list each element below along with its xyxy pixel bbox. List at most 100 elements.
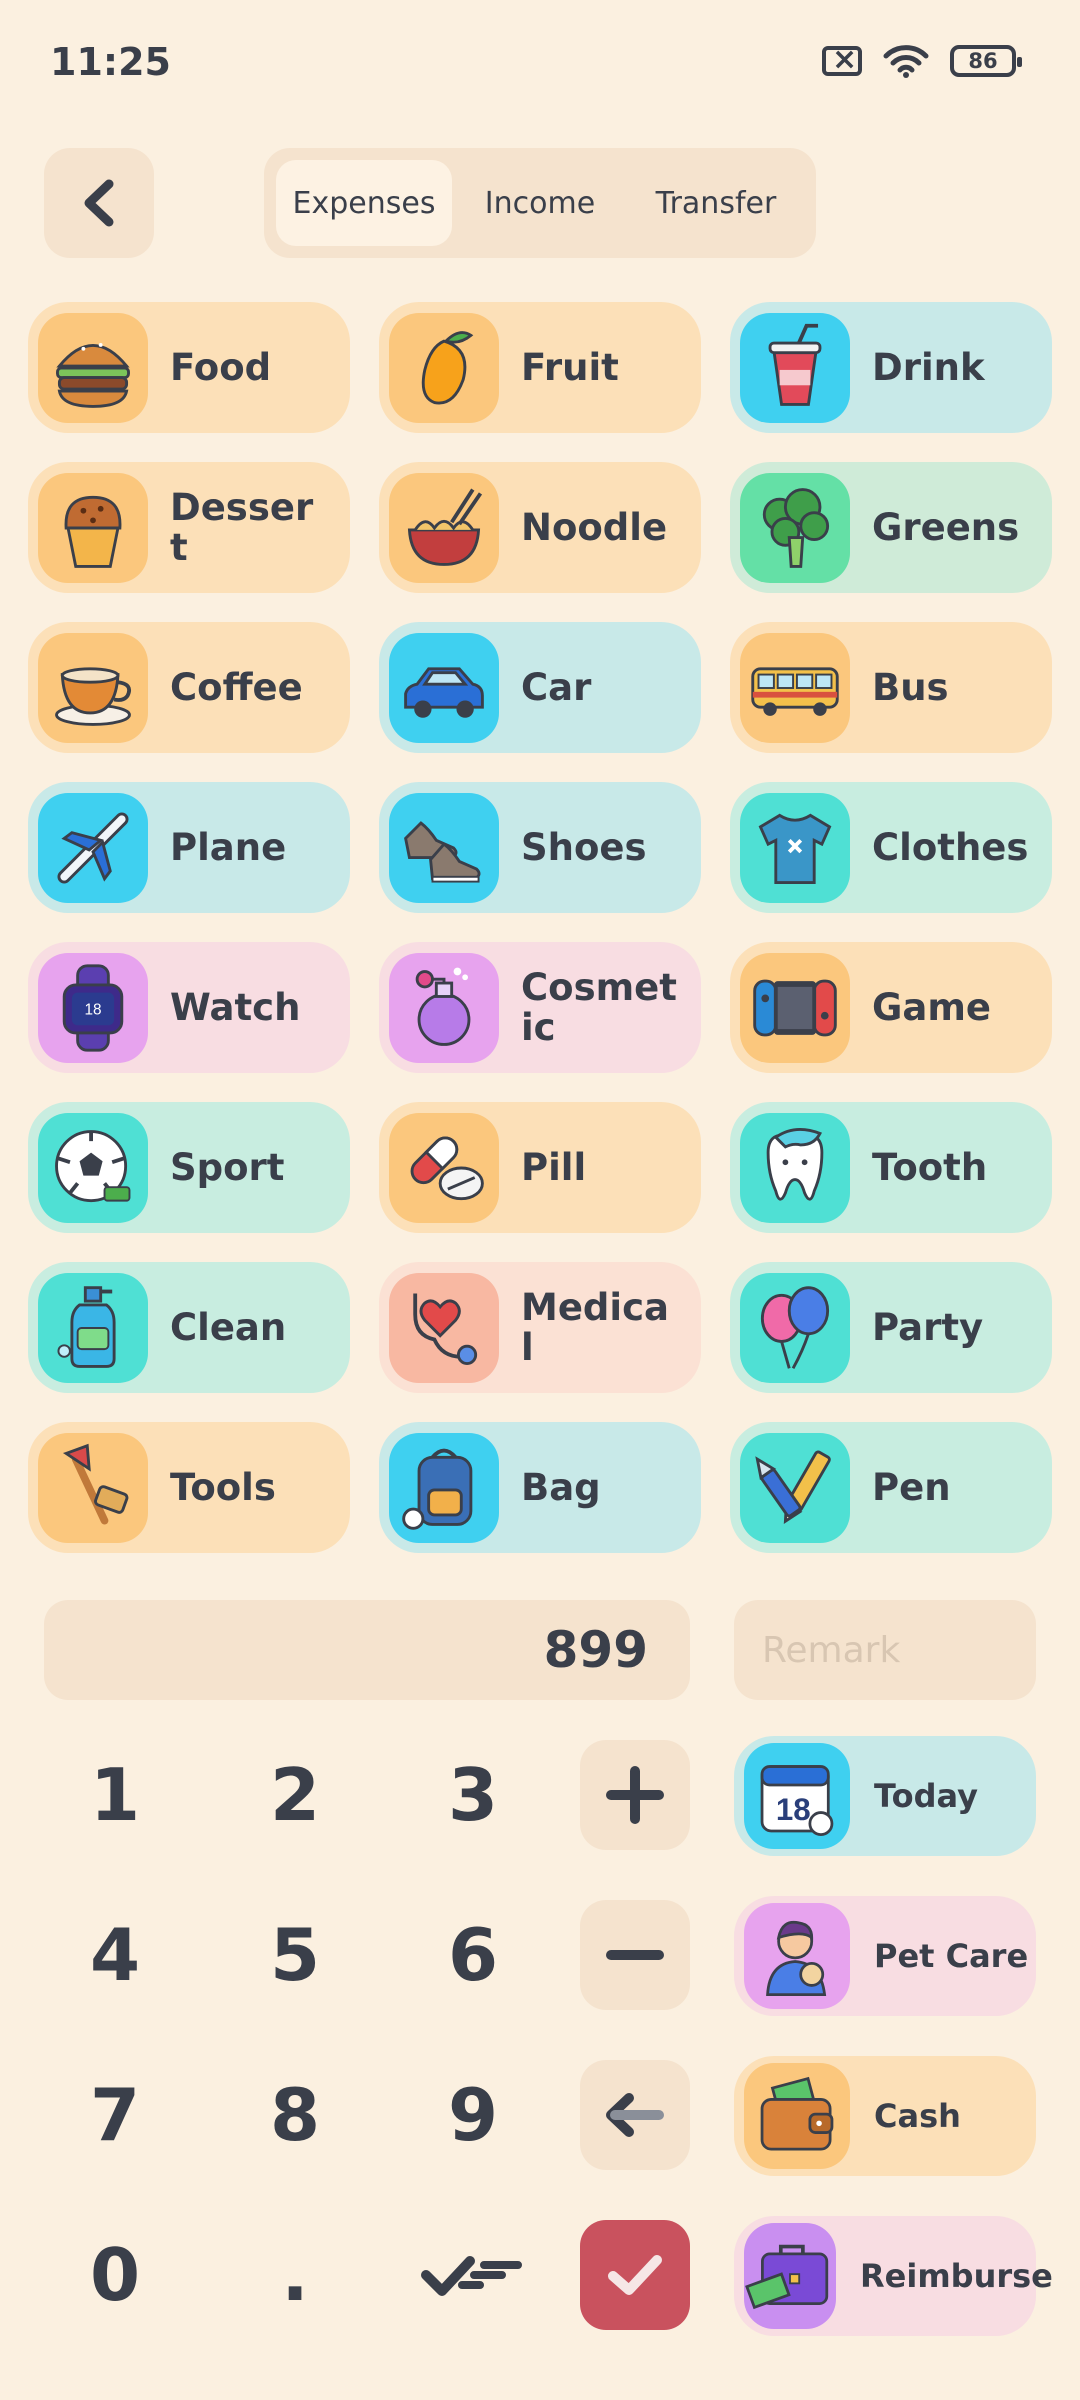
tab-expenses[interactable]: Expenses <box>276 160 452 246</box>
backspace-button[interactable] <box>580 2060 690 2170</box>
confirm-check-icon <box>608 2255 662 2295</box>
key-6[interactable]: 6 <box>398 1900 548 2010</box>
category-game[interactable]: Game <box>730 942 1052 1073</box>
soap-bottle-icon <box>38 1272 148 1383</box>
category-drink[interactable]: Drink <box>730 302 1052 433</box>
remark-input[interactable]: Remark <box>734 1600 1036 1700</box>
date-option-today[interactable]: 18 Today <box>734 1736 1036 1856</box>
tab-transfer[interactable]: Transfer <box>628 160 804 246</box>
type-tabs: Expenses Income Transfer <box>264 148 816 258</box>
category-watch[interactable]: 18 Watch <box>28 942 350 1073</box>
minus-button[interactable] <box>580 1900 690 2010</box>
plus-icon <box>606 1766 664 1824</box>
coffee-cup-icon <box>38 632 148 743</box>
category-dessert[interactable]: Dessert <box>28 462 350 593</box>
briefcase-money-icon <box>744 2223 836 2329</box>
category-coffee[interactable]: Coffee <box>28 622 350 753</box>
no-sim-icon <box>822 42 862 77</box>
backpack-icon <box>389 1432 499 1543</box>
status-icons: 86 <box>822 42 1022 78</box>
category-label: Coffee <box>170 665 303 709</box>
smartwatch-icon: 18 <box>38 952 148 1063</box>
category-pen[interactable]: Pen <box>730 1422 1052 1553</box>
key-5[interactable]: 5 <box>220 1900 370 2010</box>
category-label: Party <box>872 1305 984 1349</box>
key-2[interactable]: 2 <box>220 1740 370 1850</box>
axe-icon <box>38 1432 148 1543</box>
key-7[interactable]: 7 <box>40 2060 190 2170</box>
category-fruit[interactable]: Fruit <box>379 302 701 433</box>
key-3[interactable]: 3 <box>398 1740 548 1850</box>
muffin-icon <box>38 472 148 583</box>
option-label: Pet Care <box>874 1937 1029 1975</box>
game-console-icon <box>740 952 850 1063</box>
key-1[interactable]: 1 <box>40 1740 190 1850</box>
category-label: Plane <box>170 825 287 869</box>
option-label: Reimburse <box>860 2257 1053 2295</box>
mango-icon <box>389 312 499 423</box>
category-greens[interactable]: Greens <box>730 462 1052 593</box>
category-label: Tooth <box>872 1145 988 1189</box>
book-option-pet-care[interactable]: Pet Care <box>734 1896 1036 2016</box>
option-reimburse[interactable]: Reimburse <box>734 2216 1053 2336</box>
category-tooth[interactable]: Tooth <box>730 1102 1052 1233</box>
svg-text:18: 18 <box>776 1792 811 1827</box>
category-label: Clean <box>170 1305 287 1349</box>
category-label: Dessert <box>170 485 314 569</box>
category-label: Watch <box>170 985 301 1029</box>
minus-icon <box>606 1950 664 1960</box>
category-cosmetic[interactable]: Cosmetic <box>379 942 701 1073</box>
category-plane[interactable]: Plane <box>28 782 350 913</box>
bus-icon <box>740 632 850 743</box>
key-9[interactable]: 9 <box>398 2060 548 2170</box>
chevron-left-icon <box>84 179 114 227</box>
key-dot[interactable]: . <box>220 2220 370 2330</box>
pill-icon <box>389 1112 499 1223</box>
backspace-icon <box>606 2093 664 2137</box>
option-label: Today <box>874 1777 978 1815</box>
tooth-icon <box>740 1112 850 1223</box>
category-label: Sport <box>170 1145 285 1189</box>
battery-indicator: 86 <box>950 45 1022 77</box>
category-bus[interactable]: Bus <box>730 622 1052 753</box>
wallet-icon <box>744 2063 850 2169</box>
back-button[interactable] <box>44 148 154 258</box>
category-noodle[interactable]: Noodle <box>379 462 701 593</box>
soda-cup-icon <box>740 312 850 423</box>
plus-button[interactable] <box>580 1740 690 1850</box>
category-label: Pen <box>872 1465 951 1509</box>
tab-income[interactable]: Income <box>452 160 628 246</box>
noodle-bowl-icon <box>389 472 499 583</box>
category-bag[interactable]: Bag <box>379 1422 701 1553</box>
category-pill[interactable]: Pill <box>379 1102 701 1233</box>
category-tools[interactable]: Tools <box>28 1422 350 1553</box>
car-icon <box>389 632 499 743</box>
category-label: Tools <box>170 1465 276 1509</box>
category-label: Car <box>521 665 592 709</box>
category-label: Game <box>872 985 991 1029</box>
category-party[interactable]: Party <box>730 1262 1052 1393</box>
soccer-ball-icon <box>38 1112 148 1223</box>
category-shoes[interactable]: Shoes <box>379 782 701 913</box>
tshirt-icon <box>740 792 850 903</box>
category-grid: Food Fruit Drink Dessert Noodle Greens C… <box>28 302 1052 1553</box>
save-and-continue-button[interactable] <box>398 2220 548 2330</box>
category-medical[interactable]: Medical <box>379 1262 701 1393</box>
stethoscope-icon <box>389 1272 499 1383</box>
key-8[interactable]: 8 <box>220 2060 370 2170</box>
pet-owner-icon <box>744 1903 850 2009</box>
category-clean[interactable]: Clean <box>28 1262 350 1393</box>
category-label: Noodle <box>521 505 668 549</box>
key-0[interactable]: 0 <box>40 2220 190 2330</box>
category-label: Medical <box>521 1285 669 1369</box>
category-food[interactable]: Food <box>28 302 350 433</box>
key-4[interactable]: 4 <box>40 1900 190 2010</box>
category-label: Bus <box>872 665 949 709</box>
category-car[interactable]: Car <box>379 622 701 753</box>
category-clothes[interactable]: Clothes <box>730 782 1052 913</box>
account-option-cash[interactable]: Cash <box>734 2056 1036 2176</box>
category-sport[interactable]: Sport <box>28 1102 350 1233</box>
burger-icon <box>38 312 148 423</box>
svg-text:18: 18 <box>84 1001 101 1018</box>
confirm-button[interactable] <box>580 2220 690 2330</box>
